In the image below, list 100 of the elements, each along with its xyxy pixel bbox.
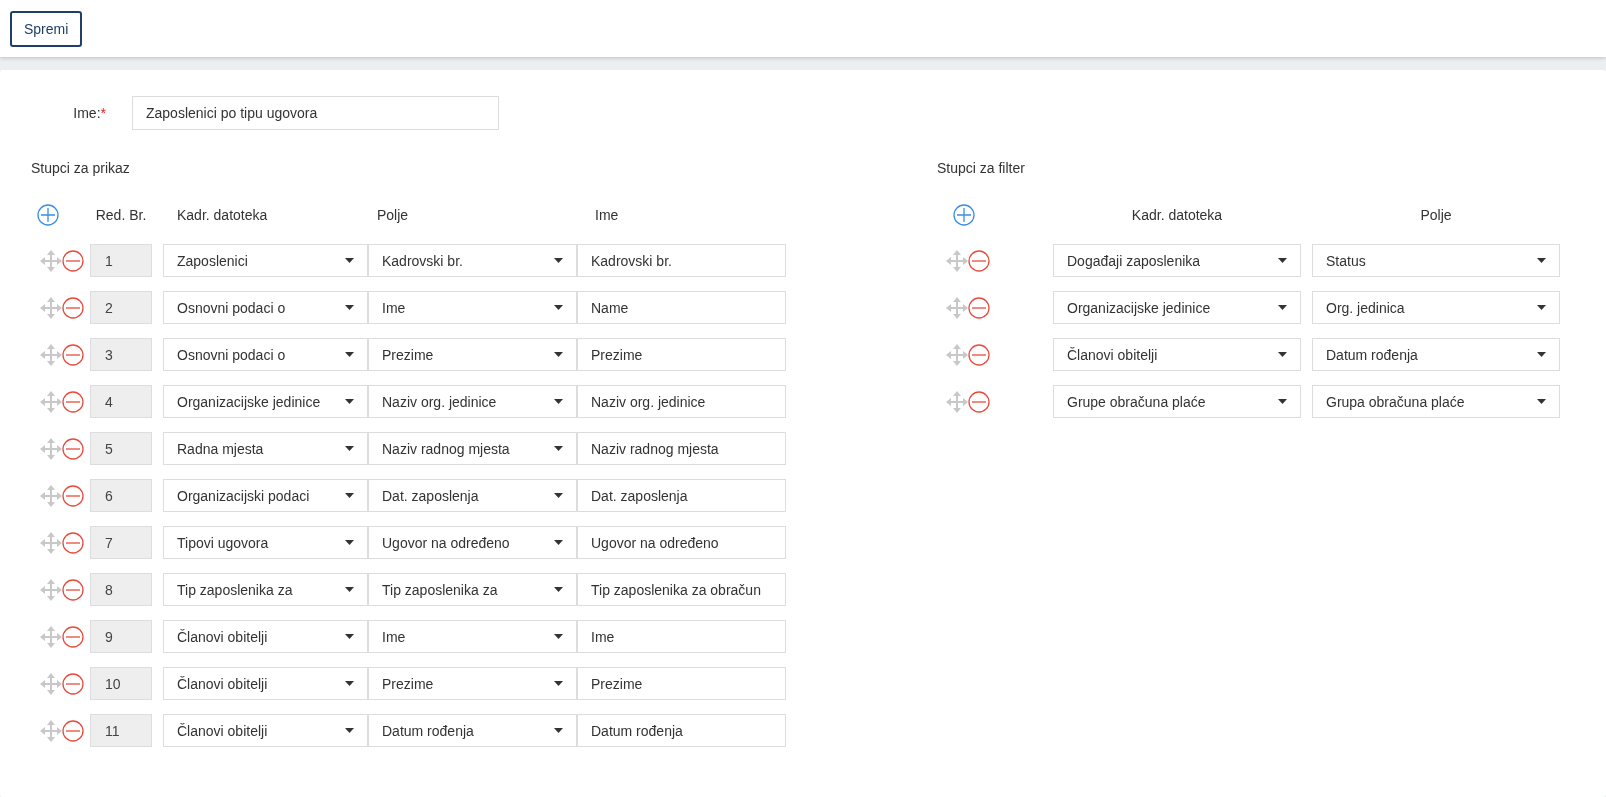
caret-icon xyxy=(554,540,563,545)
column-header: Polje xyxy=(376,206,410,225)
caret-icon xyxy=(345,540,354,545)
file-dropdown[interactable]: Radna mjesta xyxy=(163,432,368,465)
name-input[interactable]: Zaposlenici po tipu ugovora xyxy=(132,96,499,130)
file-dropdown[interactable]: Grupe obračuna plaće xyxy=(1053,385,1301,418)
name-input[interactable]: Tip zaposlenika za obračun xyxy=(577,573,786,606)
row-number-field: 8 xyxy=(90,573,152,606)
remove-icon[interactable] xyxy=(62,672,84,695)
remove-icon[interactable] xyxy=(62,719,84,742)
row-number-field: 11 xyxy=(90,714,152,747)
name-input[interactable]: Ugovor na određeno xyxy=(577,526,786,559)
caret-icon xyxy=(554,681,563,686)
file-dropdown[interactable]: Organizacijske jedinice xyxy=(163,385,368,418)
caret-icon xyxy=(345,446,354,451)
name-input[interactable]: Prezime xyxy=(577,338,786,371)
remove-icon[interactable] xyxy=(968,343,990,366)
name-input[interactable]: Name xyxy=(577,291,786,324)
name-input[interactable]: Naziv org. jedinice xyxy=(577,385,786,418)
name-input[interactable]: Ime xyxy=(577,620,786,653)
name-input[interactable]: Kadrovski br. xyxy=(577,244,786,277)
file-dropdown[interactable]: Tip zaposlenika za xyxy=(163,573,368,606)
caret-icon xyxy=(1278,258,1287,263)
file-dropdown[interactable]: Članovi obitelji xyxy=(163,667,368,700)
field-dropdown[interactable]: Tip zaposlenika za xyxy=(368,573,577,606)
caret-icon xyxy=(554,399,563,404)
remove-icon[interactable] xyxy=(62,531,84,554)
field-dropdown[interactable]: Dat. zaposlenja xyxy=(368,479,577,512)
file-dropdown[interactable]: Članovi obitelji xyxy=(163,714,368,747)
caret-icon xyxy=(1537,258,1546,263)
row-number-field: 7 xyxy=(90,526,152,559)
caret-icon xyxy=(345,587,354,592)
remove-icon[interactable] xyxy=(62,296,84,319)
field-dropdown[interactable]: Datum rođenja xyxy=(1312,338,1560,371)
column-header: Kadr. datoteka xyxy=(1130,206,1224,225)
name-input[interactable]: Naziv radnog mjesta xyxy=(577,432,786,465)
remove-icon[interactable] xyxy=(62,484,84,507)
remove-icon[interactable] xyxy=(968,249,990,272)
add-icon[interactable] xyxy=(953,204,975,226)
field-dropdown[interactable]: Status xyxy=(1312,244,1560,277)
column-header: Red. Br. xyxy=(94,206,148,225)
field-dropdown[interactable]: Ime xyxy=(368,620,577,653)
caret-icon xyxy=(554,258,563,263)
remove-icon[interactable] xyxy=(62,625,84,648)
field-dropdown[interactable]: Naziv radnog mjesta xyxy=(368,432,577,465)
column-header: Polje xyxy=(1419,206,1453,225)
add-icon[interactable] xyxy=(37,204,59,226)
remove-icon[interactable] xyxy=(62,390,84,413)
row-number-field: 10 xyxy=(90,667,152,700)
caret-icon xyxy=(1537,399,1546,404)
column-header: Ime xyxy=(594,206,620,225)
row-number-field: 9 xyxy=(90,620,152,653)
field-dropdown[interactable]: Org. jedinica xyxy=(1312,291,1560,324)
caret-icon xyxy=(345,352,354,357)
name-input[interactable]: Dat. zaposlenja xyxy=(577,479,786,512)
file-dropdown[interactable]: Članovi obitelji xyxy=(163,620,368,653)
caret-icon xyxy=(345,399,354,404)
remove-icon[interactable] xyxy=(968,296,990,319)
caret-icon xyxy=(554,305,563,310)
caret-icon xyxy=(554,728,563,733)
caret-icon xyxy=(554,352,563,357)
file-dropdown[interactable]: Osnovni podaci o xyxy=(163,291,368,324)
remove-icon[interactable] xyxy=(62,437,84,460)
file-dropdown[interactable]: Članovi obitelji xyxy=(1053,338,1301,371)
file-dropdown[interactable]: Tipovi ugovora xyxy=(163,526,368,559)
file-dropdown[interactable]: Osnovni podaci o xyxy=(163,338,368,371)
caret-icon xyxy=(1278,305,1287,310)
caret-icon xyxy=(1278,352,1287,357)
remove-icon[interactable] xyxy=(62,578,84,601)
file-dropdown[interactable]: Organizacijske jedinice xyxy=(1053,291,1301,324)
remove-icon[interactable] xyxy=(62,249,84,272)
caret-icon xyxy=(554,587,563,592)
save-button[interactable]: Spremi xyxy=(10,10,83,47)
file-dropdown[interactable]: Organizacijski podaci xyxy=(163,479,368,512)
caret-icon xyxy=(554,493,563,498)
caret-icon xyxy=(345,493,354,498)
field-dropdown[interactable]: Grupa obračuna plaće xyxy=(1312,385,1560,418)
caret-icon xyxy=(345,305,354,310)
section-title: Stupci za prikaz xyxy=(31,160,131,178)
caret-icon xyxy=(554,634,563,639)
remove-icon[interactable] xyxy=(968,390,990,413)
row-number-field: 1 xyxy=(90,244,152,277)
row-number-field: 4 xyxy=(90,385,152,418)
field-dropdown[interactable]: Prezime xyxy=(368,667,577,700)
name-input[interactable]: Datum rođenja xyxy=(577,714,786,747)
file-dropdown[interactable]: Zaposlenici xyxy=(163,244,368,277)
section-title: Stupci za filter xyxy=(937,160,1026,178)
name-input[interactable]: Prezime xyxy=(577,667,786,700)
field-dropdown[interactable]: Ime xyxy=(368,291,577,324)
file-dropdown[interactable]: Događaji zaposlenika xyxy=(1053,244,1301,277)
caret-icon xyxy=(1278,399,1287,404)
caret-icon xyxy=(345,258,354,263)
field-dropdown[interactable]: Ugovor na određeno xyxy=(368,526,577,559)
row-number-field: 3 xyxy=(90,338,152,371)
remove-icon[interactable] xyxy=(62,343,84,366)
field-dropdown[interactable]: Naziv org. jedinice xyxy=(368,385,577,418)
field-dropdown[interactable]: Kadrovski br. xyxy=(368,244,577,277)
field-dropdown[interactable]: Prezime xyxy=(368,338,577,371)
caret-icon xyxy=(554,446,563,451)
field-dropdown[interactable]: Datum rođenja xyxy=(368,714,577,747)
